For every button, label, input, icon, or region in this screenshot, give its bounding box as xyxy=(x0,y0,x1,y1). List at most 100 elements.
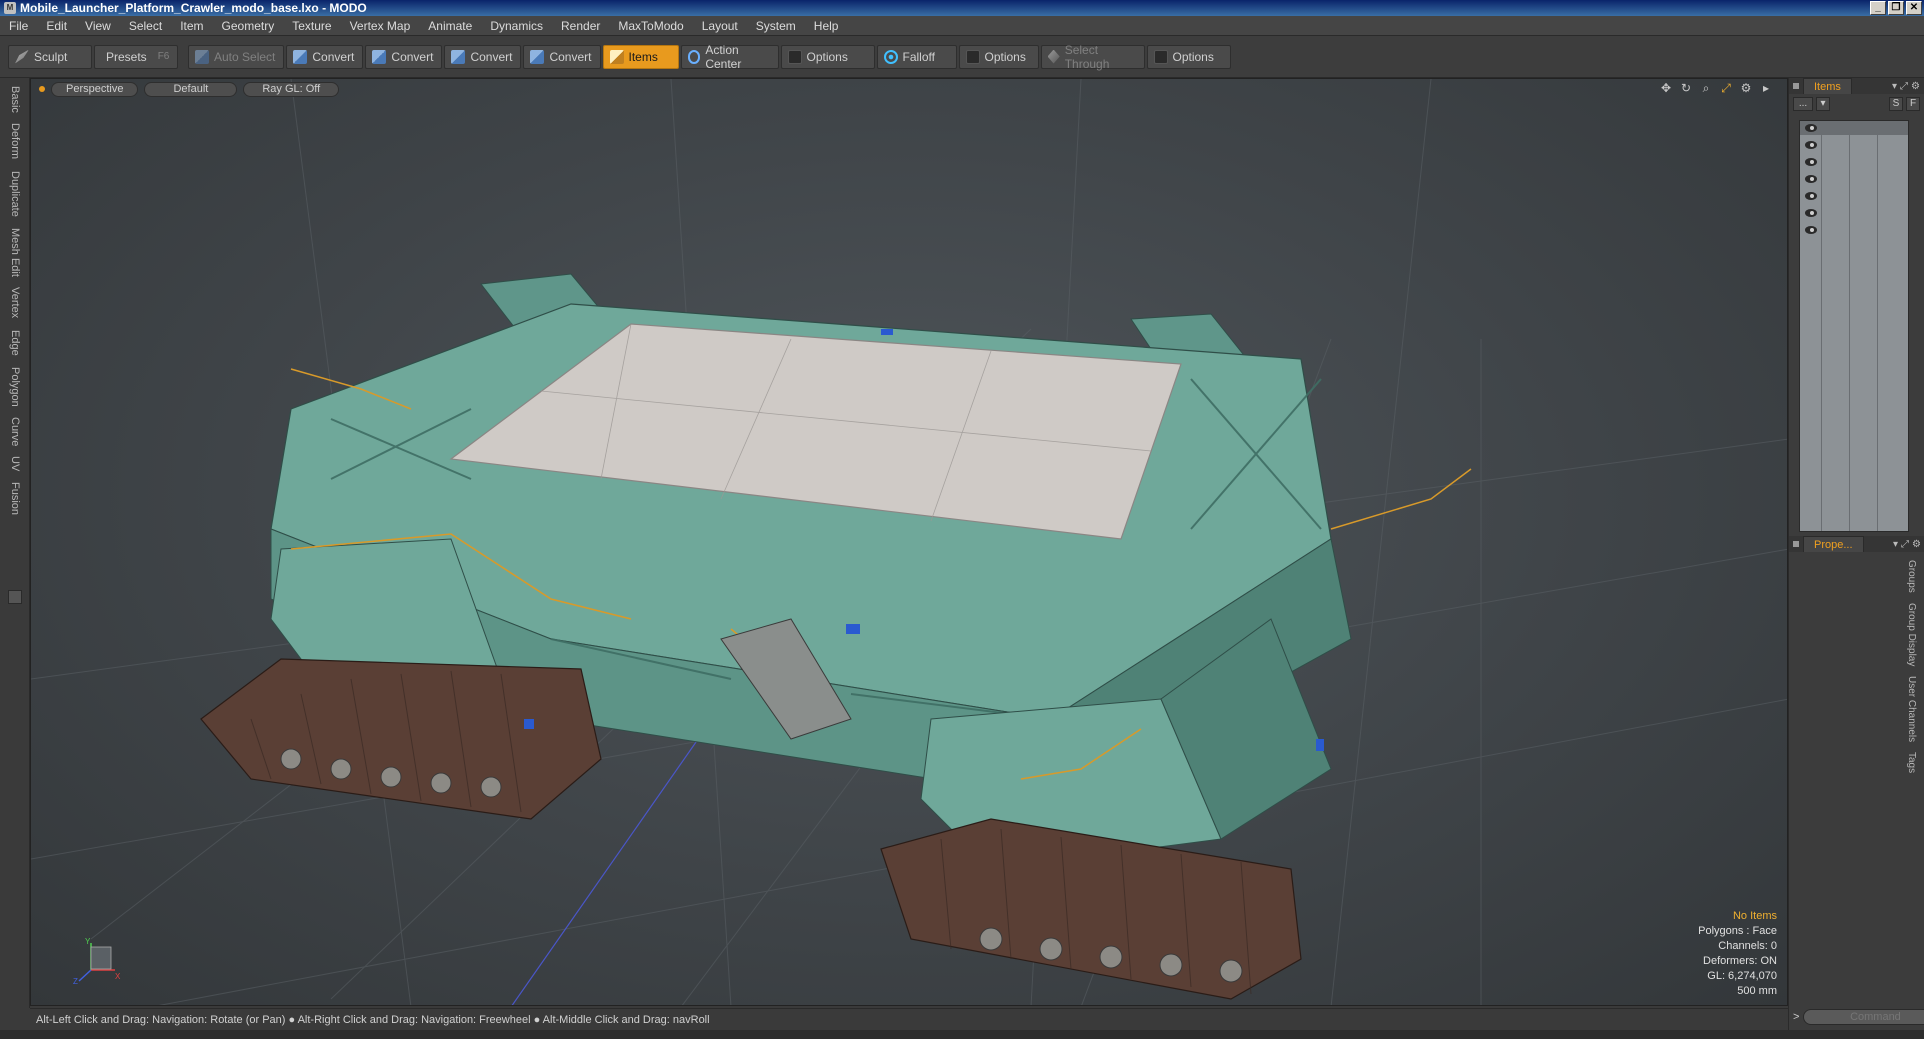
menu-edit[interactable]: Edit xyxy=(37,16,76,36)
tab-user-channels[interactable]: User Channels xyxy=(1906,676,1917,742)
presets-button[interactable]: Presets F6 xyxy=(94,44,178,69)
select-through-icon xyxy=(1047,49,1060,64)
items-list[interactable] xyxy=(1799,120,1909,532)
eye-icon[interactable] xyxy=(1805,124,1817,132)
menu-animate[interactable]: Animate xyxy=(419,16,481,36)
eye-icon[interactable] xyxy=(1805,175,1817,183)
expand-arrow-icon[interactable]: ▸ xyxy=(1759,81,1773,95)
command-arrow-icon[interactable]: > xyxy=(1793,1011,1799,1023)
tab-polygon[interactable]: Polygon xyxy=(5,364,25,410)
pan-icon[interactable]: ✥ xyxy=(1659,81,1673,95)
menu-maxtomodo[interactable]: MaxToModo xyxy=(609,16,692,36)
auto-select-button[interactable]: Auto Select xyxy=(188,44,285,69)
convert-label: Convert xyxy=(549,49,592,64)
menu-vertex-map[interactable]: Vertex Map xyxy=(341,16,420,36)
eye-icon[interactable] xyxy=(1805,158,1817,166)
shading-dropdown[interactable]: Default xyxy=(144,81,238,97)
convert-button-4[interactable]: Convert xyxy=(523,44,601,69)
minimize-button[interactable]: _ xyxy=(1870,1,1886,15)
menu-view[interactable]: View xyxy=(76,16,120,36)
items-tab-icons: ▾ ⤢ ⚙ xyxy=(1892,81,1924,92)
convert-button-2[interactable]: Convert xyxy=(365,44,443,69)
menu-item[interactable]: Item xyxy=(171,16,212,36)
viewport-menu-dot[interactable] xyxy=(39,86,45,92)
left-tool-tabs: Basic Deform Duplicate Mesh Edit Vertex … xyxy=(0,78,30,1008)
select-through-label: Select Through xyxy=(1064,42,1110,71)
tab-properties[interactable]: Prope... xyxy=(1803,536,1864,552)
settings-gear-icon[interactable]: ⚙ xyxy=(1739,81,1753,95)
convert-icon xyxy=(372,49,387,64)
convert-button-3[interactable]: Convert xyxy=(444,44,522,69)
3d-viewport[interactable]: Perspective Default Ray GL: Off ✥ ↻ ⌕ ⤢ … xyxy=(30,78,1788,1006)
items-mode-button[interactable]: Items xyxy=(602,44,679,69)
menu-system[interactable]: System xyxy=(747,16,805,36)
stat-gl: GL: 6,274,070 xyxy=(1707,970,1777,982)
tab-duplicate[interactable]: Duplicate xyxy=(5,168,25,220)
ray-gl-dropdown[interactable]: Ray GL: Off xyxy=(243,81,340,97)
panel-gear-icon[interactable]: ⚙ xyxy=(1911,81,1920,92)
eye-icon[interactable] xyxy=(1805,226,1817,234)
menu-select[interactable]: Select xyxy=(120,16,171,36)
panel-gear-icon[interactable]: ⚙ xyxy=(1912,539,1921,550)
rotate-icon[interactable]: ↻ xyxy=(1679,81,1693,95)
tab-items[interactable]: Items xyxy=(1803,78,1852,94)
zoom-icon[interactable]: ⌕ xyxy=(1699,81,1713,95)
menu-render[interactable]: Render xyxy=(552,16,609,36)
select-through-button[interactable]: Select Through xyxy=(1040,42,1145,71)
f-button[interactable]: F xyxy=(1906,97,1920,111)
viewport-nav-icons: ✥ ↻ ⌕ ⤢ ⚙ ▸ xyxy=(1659,81,1773,95)
auto-select-label: Auto Select xyxy=(214,49,276,64)
panel-menu-icon[interactable] xyxy=(1793,541,1799,547)
title-bar: M Mobile_Launcher_Platform_Crawler_modo_… xyxy=(0,0,1924,16)
tab-mesh-edit[interactable]: Mesh Edit xyxy=(5,226,25,278)
tab-curve[interactable]: Curve xyxy=(5,416,25,448)
menu-layout[interactable]: Layout xyxy=(693,16,747,36)
panel-menu-icon[interactable] xyxy=(1793,83,1799,89)
eye-icon[interactable] xyxy=(1805,141,1817,149)
dropdown-arrow-icon[interactable]: ▾ xyxy=(1893,539,1898,550)
stat-deformers: Deformers: ON xyxy=(1703,955,1777,967)
menu-geometry[interactable]: Geometry xyxy=(213,16,284,36)
view-mode-dropdown[interactable]: Perspective xyxy=(51,81,139,97)
tab-fusion[interactable]: Fusion xyxy=(5,480,25,518)
tab-edge[interactable]: Edge xyxy=(5,328,25,358)
menu-texture[interactable]: Texture xyxy=(283,16,340,36)
action-center-button[interactable]: Action Center xyxy=(680,43,779,71)
tab-uv[interactable]: UV xyxy=(5,454,25,474)
tab-collapse-button[interactable] xyxy=(8,590,22,604)
eye-icon[interactable] xyxy=(1805,209,1817,217)
maximize-icon[interactable]: ⤢ xyxy=(1900,81,1908,92)
tab-deform[interactable]: Deform xyxy=(5,120,25,162)
items-options-button[interactable]: ... xyxy=(1793,97,1813,111)
convert-icon xyxy=(293,49,308,64)
options-checkbox[interactable] xyxy=(965,49,980,64)
main-toolbar: Sculpt Presets F6 Auto Select Convert Co… xyxy=(0,36,1924,78)
command-input[interactable] xyxy=(1803,1009,1924,1025)
items-dropdown-icon[interactable]: ▾ xyxy=(1816,97,1830,111)
sculpt-button[interactable]: Sculpt xyxy=(8,44,92,69)
options-button-3[interactable]: Options xyxy=(1146,44,1231,69)
s-button[interactable]: S xyxy=(1889,97,1903,111)
stat-channels: Channels: 0 xyxy=(1718,940,1777,952)
tab-tags[interactable]: Tags xyxy=(1906,752,1917,773)
maximize-icon[interactable]: ⤢ xyxy=(1901,539,1909,550)
dropdown-arrow-icon[interactable]: ▾ xyxy=(1892,81,1897,92)
menu-help[interactable]: Help xyxy=(805,16,848,36)
axis-x-label: X xyxy=(115,972,121,981)
options-button-1[interactable]: Options xyxy=(780,44,875,69)
menu-dynamics[interactable]: Dynamics xyxy=(481,16,552,36)
tab-groups[interactable]: Groups xyxy=(1906,560,1917,593)
close-button[interactable]: ✕ xyxy=(1906,1,1922,15)
options-button-2[interactable]: Options xyxy=(958,44,1039,69)
menu-file[interactable]: File xyxy=(0,16,37,36)
options-checkbox[interactable] xyxy=(787,49,802,64)
convert-button-1[interactable]: Convert xyxy=(286,44,364,69)
tab-vertex[interactable]: Vertex xyxy=(5,284,25,322)
fit-icon[interactable]: ⤢ xyxy=(1719,81,1733,95)
options-checkbox[interactable] xyxy=(1153,49,1168,64)
tab-basic[interactable]: Basic xyxy=(5,84,25,114)
eye-icon[interactable] xyxy=(1805,192,1817,200)
tab-group-display[interactable]: Group Display xyxy=(1906,603,1917,666)
restore-button[interactable]: ❐ xyxy=(1888,1,1904,15)
falloff-button[interactable]: Falloff xyxy=(876,44,957,69)
